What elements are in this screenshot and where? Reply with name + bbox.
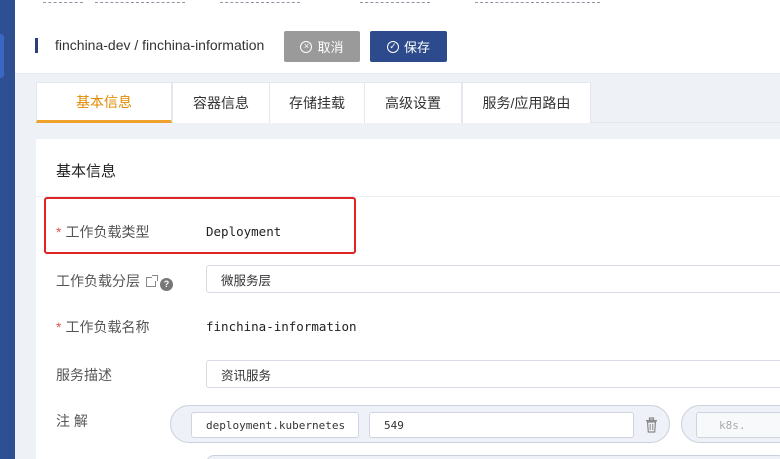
panel-title: 基本信息	[56, 163, 117, 180]
tab-storage-mount[interactable]: 存储挂载	[269, 82, 365, 123]
workload-layer-select[interactable]: 微服务层	[206, 265, 780, 293]
workload-layer-label-text: 工作负载分层	[56, 273, 140, 289]
page-header: finchina-dev / finchina-information × 取消…	[15, 18, 780, 74]
tab-container-info[interactable]: 容器信息	[172, 82, 270, 123]
close-circle-icon: ×	[300, 40, 313, 53]
required-mark: *	[56, 319, 62, 335]
workload-layer-label: 工作负载分层?	[56, 271, 173, 291]
top-divider	[475, 2, 600, 3]
annotations-label: 注 解	[56, 413, 88, 429]
top-divider	[43, 2, 83, 3]
save-button-label: 保存	[403, 40, 430, 55]
annotation-group: deployment.kubernetes 549	[170, 405, 670, 443]
top-strip	[15, 0, 780, 18]
tab-service-routing[interactable]: 服务/应用路由	[462, 82, 591, 123]
header-accent	[35, 38, 38, 53]
top-divider	[95, 2, 185, 3]
highlight-annotation-box	[44, 197, 356, 254]
cancel-button-label: 取消	[317, 40, 344, 55]
annotation-key-input[interactable]: k8s.	[696, 412, 780, 438]
tab-bar: 基本信息 容器信息 存储挂载 高级设置 服务/应用路由	[36, 82, 780, 123]
check-circle-icon: ✓	[386, 40, 399, 53]
annotation-key-input[interactable]: deployment.kubernetes	[191, 412, 359, 438]
cancel-button[interactable]: × 取消	[284, 31, 360, 62]
breadcrumb: finchina-dev / finchina-information	[55, 37, 265, 53]
annotation-group: k8s.	[681, 405, 780, 443]
annotation-value-input[interactable]: 549	[369, 412, 634, 438]
help-icon[interactable]: ?	[160, 278, 173, 291]
top-divider	[220, 2, 300, 3]
top-divider	[360, 2, 430, 3]
sidebar-active-marker	[0, 34, 4, 78]
workload-name-value: finchina-information	[206, 319, 357, 334]
external-link-icon[interactable]	[146, 275, 158, 287]
save-button[interactable]: ✓ 保存	[370, 31, 447, 62]
tab-basic-info[interactable]: 基本信息	[36, 82, 172, 123]
service-desc-input[interactable]: 资讯服务	[206, 360, 780, 388]
annotation-group-peek	[206, 455, 780, 459]
left-sidebar	[0, 0, 15, 459]
tab-advanced-settings[interactable]: 高级设置	[364, 82, 462, 123]
trash-icon[interactable]	[645, 417, 658, 433]
workload-name-label: * 工作负载名称	[56, 317, 149, 337]
service-desc-label: 服务描述	[56, 367, 112, 383]
workload-name-label-text: 工作负载名称	[65, 319, 150, 335]
